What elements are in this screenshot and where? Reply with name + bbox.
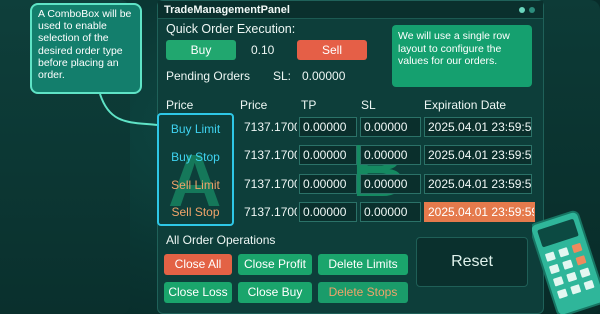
quick-order-label: Quick Order Execution:: [166, 22, 296, 36]
row1-tp[interactable]: 0.00000: [299, 117, 357, 137]
sl-label: SL:: [273, 69, 292, 83]
sl-value-input[interactable]: 0.00000: [302, 69, 345, 83]
row1-price[interactable]: 7137.1700: [240, 117, 298, 137]
row1-sl[interactable]: 0.00000: [360, 117, 421, 137]
panel-titlebar[interactable]: TradeManagementPanel: [158, 1, 543, 19]
reset-button[interactable]: Reset: [416, 237, 528, 287]
row3-expiration[interactable]: 2025.04.01 23:59:5: [424, 174, 532, 194]
order-type-buy-limit[interactable]: Buy Limit: [159, 122, 232, 136]
header-expiration: Expiration Date: [424, 98, 507, 112]
row4-price[interactable]: 7137.1700: [240, 202, 298, 222]
close-loss-button[interactable]: Close Loss: [164, 282, 232, 303]
combobox-callout: A ComboBox will be used to enable select…: [30, 3, 142, 94]
window-controls: [519, 7, 535, 13]
header-tp: TP: [301, 98, 317, 112]
close-buy-button[interactable]: Close Buy: [238, 282, 312, 303]
buy-button[interactable]: Buy: [166, 40, 236, 60]
row4-sl[interactable]: 0.00000: [360, 202, 421, 222]
row2-price[interactable]: 7137.1700: [240, 145, 298, 165]
lot-size-input[interactable]: 0.10: [251, 43, 274, 57]
row2-sl[interactable]: 0.00000: [360, 145, 421, 165]
all-order-operations-label: All Order Operations: [166, 233, 276, 247]
row3-sl[interactable]: 0.00000: [360, 174, 421, 194]
header-sl: SL: [361, 98, 376, 112]
header-price: Price: [240, 98, 268, 112]
row2-tp[interactable]: 0.00000: [299, 145, 357, 165]
pending-orders-label: Pending Orders: [166, 69, 251, 83]
delete-limits-button[interactable]: Delete Limits: [318, 254, 408, 275]
order-type-buy-stop[interactable]: Buy Stop: [159, 150, 232, 164]
row3-price[interactable]: 7137.1700: [240, 174, 298, 194]
calculator-icon: [532, 210, 600, 314]
panel-title: TradeManagementPanel: [164, 4, 290, 16]
sell-button[interactable]: Sell: [297, 40, 367, 60]
order-type-sell-stop[interactable]: Sell Stop: [159, 205, 232, 219]
close-dot-icon[interactable]: [529, 7, 535, 13]
header-type: Price: [166, 98, 194, 112]
row4-tp[interactable]: 0.00000: [299, 202, 357, 222]
row4-expiration[interactable]: 2025.04.01 23:59:59: [424, 202, 535, 222]
minimize-dot-icon[interactable]: [519, 7, 525, 13]
row2-expiration[interactable]: 2025.04.01 23:59:5: [424, 145, 532, 165]
delete-stops-button[interactable]: Delete Stops: [318, 282, 408, 303]
close-all-button[interactable]: Close All: [164, 254, 232, 275]
layout-note: We will use a single row layout to confi…: [392, 25, 532, 87]
close-profit-button[interactable]: Close Profit: [238, 254, 312, 275]
row3-tp[interactable]: 0.00000: [299, 174, 357, 194]
order-type-sell-limit[interactable]: Sell Limit: [159, 178, 232, 192]
row1-expiration[interactable]: 2025.04.01 23:59:5: [424, 117, 532, 137]
